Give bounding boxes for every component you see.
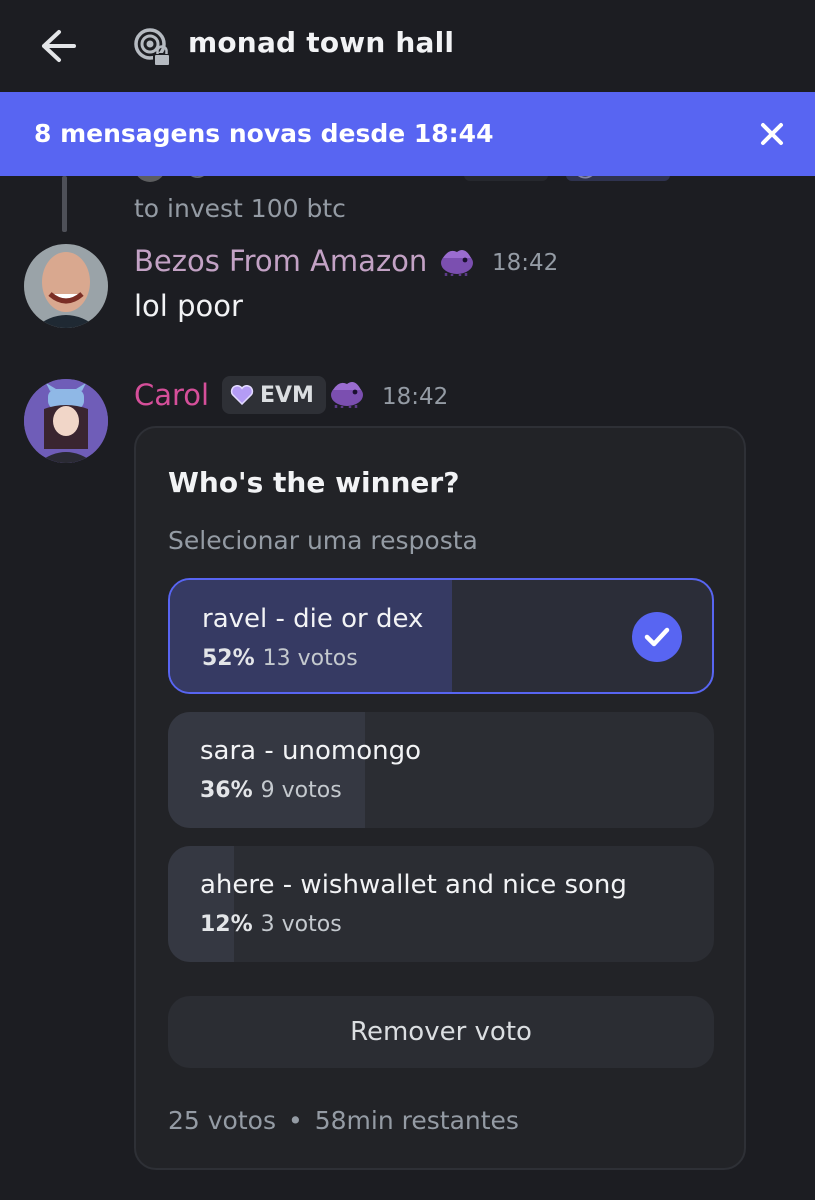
checkmark-icon: [644, 627, 670, 647]
message-author-carol[interactable]: Carol: [134, 378, 209, 412]
poll-option-votes: 13 votos: [262, 646, 358, 671]
poll-option-stats: 52% 13 votos: [202, 646, 358, 671]
message-time-carol: 18:42: [382, 384, 449, 410]
poll-time-remaining: 58min restantes: [314, 1106, 519, 1135]
poll-option-fill: [168, 846, 234, 962]
channel-header: monad town hall: [0, 0, 815, 92]
message-author-bezos[interactable]: Bezos From Amazon: [134, 244, 427, 278]
reply-thread-line: [62, 176, 67, 232]
message-time-bezos: 18:42: [492, 250, 559, 276]
poll-option-percent: 36%: [200, 778, 253, 803]
poll-option-fill: [170, 580, 452, 692]
arrow-left-icon: [42, 30, 76, 62]
poll-card: Who's the winner? Selecionar uma respost…: [134, 426, 746, 1170]
poll-footer: 25 votos • 58min restantes: [168, 1106, 519, 1135]
stage-lock-icon: [134, 28, 171, 67]
poll-option-fill: [168, 712, 365, 828]
evm-role-tag[interactable]: EVM: [222, 376, 326, 414]
avatar-bezos[interactable]: [24, 244, 108, 328]
evm-tag-label: EVM: [260, 382, 314, 408]
heart-icon: [230, 385, 254, 405]
poll-option-label: sara - unomongo: [200, 736, 421, 766]
banner-close-button[interactable]: [752, 114, 792, 154]
new-messages-banner[interactable]: 8 mensagens novas desde 18:44: [0, 92, 815, 176]
poll-question: Who's the winner?: [168, 466, 460, 499]
poll-option-percent: 12%: [200, 912, 253, 937]
poll-option-stats: 12% 3 votos: [200, 912, 342, 937]
poll-total-votes: 25 votos: [168, 1106, 276, 1135]
poll-option-votes: 3 votos: [260, 912, 342, 937]
remove-vote-button[interactable]: Remover voto: [168, 996, 714, 1068]
purple-creature-icon: [331, 382, 363, 408]
purple-creature-icon: [441, 250, 473, 276]
close-icon: [761, 123, 783, 145]
poll-option-stats: 36% 9 votos: [200, 778, 342, 803]
poll-option-percent: 52%: [202, 646, 255, 671]
poll-subtitle: Selecionar uma resposta: [168, 526, 478, 555]
poll-option-label: ahere - wishwallet and nice song: [200, 870, 627, 900]
poll-option[interactable]: ahere - wishwallet and nice song 12% 3 vo…: [168, 846, 714, 962]
avatar-carol[interactable]: [24, 379, 108, 463]
selected-check: [632, 612, 682, 662]
new-messages-text: 8 mensagens novas desde 18:44: [34, 119, 494, 148]
message-text-bezos: lol poor: [134, 289, 243, 323]
back-button[interactable]: [36, 24, 80, 68]
reply-text: to invest 100 btc: [134, 194, 346, 223]
poll-footer-separator: •: [287, 1106, 303, 1135]
poll-option-label: ravel - die or dex: [202, 604, 424, 634]
poll-option[interactable]: ravel - die or dex 52% 13 votos: [168, 578, 714, 694]
poll-option[interactable]: sara - unomongo 36% 9 votos: [168, 712, 714, 828]
poll-option-votes: 9 votos: [260, 778, 342, 803]
channel-title: monad town hall: [188, 26, 455, 59]
